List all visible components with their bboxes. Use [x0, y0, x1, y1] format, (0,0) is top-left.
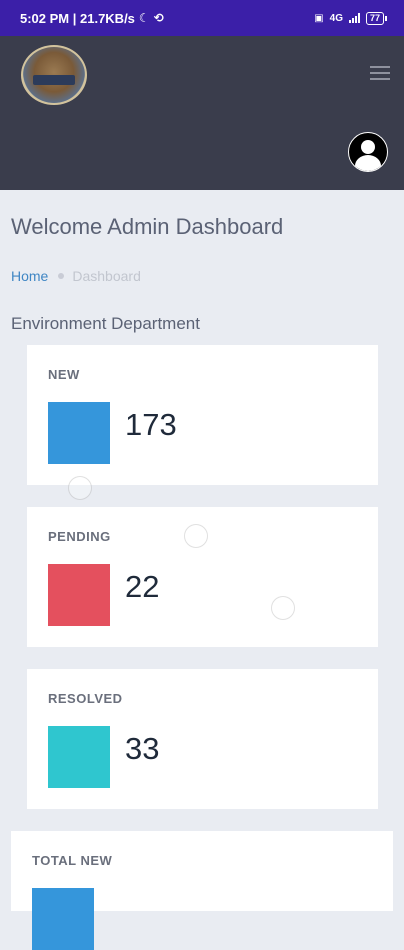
breadcrumb: Home Dashboard [11, 268, 141, 284]
stat-card-color-swatch [48, 726, 110, 788]
sync-off-icon: ⟲ [153, 11, 164, 25]
sim-icon: ▣ [314, 12, 324, 24]
battery-icon: 77 [365, 11, 388, 25]
signal-icon [348, 13, 360, 23]
menu-line [370, 66, 390, 68]
stat-card-label: PENDING [48, 529, 111, 544]
user-avatar-icon[interactable] [348, 132, 388, 172]
emblem-logo [21, 45, 87, 105]
stat-card-label: RESOLVED [48, 691, 123, 706]
department-title: Environment Department [11, 314, 200, 333]
stat-card-color-swatch [32, 888, 94, 950]
page-title: Welcome Admin Dashboard [11, 214, 284, 239]
breadcrumb-home-link[interactable]: Home [11, 268, 48, 284]
menu-line [370, 72, 390, 74]
touch-ripple [184, 524, 208, 548]
stat-card-label: TOTAL NEW [32, 853, 113, 868]
moon-icon: ☾ [138, 11, 150, 25]
network-type-label: 4G [329, 12, 343, 24]
stat-card-color-swatch [48, 402, 110, 464]
stat-card-total-new[interactable]: TOTAL NEW [11, 831, 393, 950]
breadcrumb-separator [58, 273, 65, 279]
app-header [0, 36, 404, 190]
hamburger-menu-button[interactable] [370, 66, 390, 82]
stat-card-resolved[interactable]: RESOLVED 33 [27, 669, 378, 809]
stat-card-label: NEW [48, 367, 80, 382]
stat-card-value: 173 [125, 407, 177, 442]
stat-card-value: 22 [125, 569, 160, 604]
touch-ripple [271, 596, 295, 620]
stat-card-new[interactable]: NEW 173 [27, 345, 378, 485]
menu-line [370, 78, 390, 80]
status-time: 5:02 PM | 21.7KB/s [20, 10, 135, 26]
touch-ripple [68, 476, 92, 500]
stat-card-value: 33 [125, 731, 160, 766]
stat-card-color-swatch [48, 564, 110, 626]
breadcrumb-current: Dashboard [72, 268, 141, 284]
status-bar: 5:02 PM | 21.7KB/s ☾ ⟲ ▣ 4G 77 [0, 0, 404, 36]
